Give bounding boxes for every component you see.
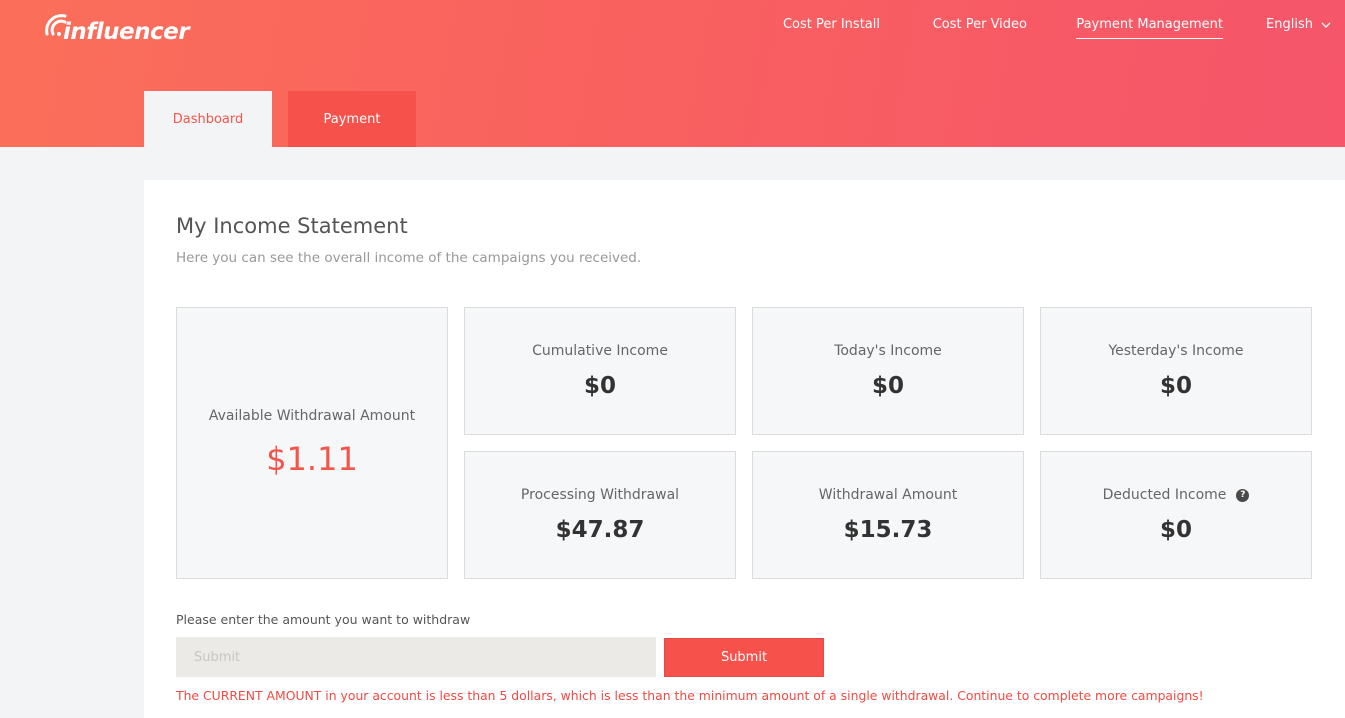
cumulative-income-card: Cumulative Income $0 — [464, 307, 736, 435]
page-title: My Income Statement — [176, 214, 408, 238]
help-icon[interactable]: ? — [1236, 488, 1250, 502]
chevron-down-icon — [1321, 22, 1331, 28]
submit-button[interactable]: Submit — [664, 638, 824, 677]
cumulative-income-label: Cumulative Income — [532, 343, 668, 359]
today-income-label: Today's Income — [834, 343, 942, 359]
withdraw-amount-input[interactable] — [176, 637, 656, 677]
processing-withdrawal-card: Processing Withdrawal $47.87 — [464, 451, 736, 579]
yesterday-income-label: Yesterday's Income — [1108, 343, 1244, 359]
logo-text: influencer — [63, 19, 190, 45]
page-tabs: Dashboard Payment — [144, 91, 416, 147]
tab-payment[interactable]: Payment — [288, 91, 416, 147]
nav-cost-per-video[interactable]: Cost Per Video — [933, 17, 1027, 38]
minimum-withdrawal-warning: The CURRENT AMOUNT in your account is le… — [176, 688, 1204, 703]
withdrawal-amount-label: Withdrawal Amount — [818, 487, 958, 503]
withdrawal-amount-card: Withdrawal Amount $15.73 — [752, 451, 1024, 579]
tab-dashboard[interactable]: Dashboard — [144, 91, 272, 147]
withdrawal-amount-value: $15.73 — [843, 517, 933, 543]
withdraw-amount-label: Please enter the amount you want to with… — [176, 612, 471, 627]
language-selector[interactable]: English — [1266, 17, 1331, 38]
yesterday-income-card: Yesterday's Income $0 — [1040, 307, 1312, 435]
page-subtitle: Here you can see the overall income of t… — [176, 250, 642, 266]
top-header: influencer Cost Per Install Cost Per Vid… — [0, 0, 1345, 147]
today-income-value: $0 — [871, 373, 904, 399]
brand-logo[interactable]: influencer — [43, 10, 190, 50]
deducted-income-card: Deducted Income ? $0 — [1040, 451, 1312, 579]
deducted-income-label-row: Deducted Income ? — [1103, 487, 1250, 503]
yesterday-income-value: $0 — [1159, 373, 1192, 399]
processing-withdrawal-value: $47.87 — [555, 517, 645, 543]
cumulative-income-value: $0 — [583, 373, 616, 399]
available-withdrawal-value: $1.11 — [266, 440, 358, 478]
language-label: English — [1266, 17, 1313, 32]
available-withdrawal-label: Available Withdrawal Amount — [208, 408, 416, 424]
nav-payment-management[interactable]: Payment Management — [1076, 17, 1223, 39]
nav-cost-per-install[interactable]: Cost Per Install — [783, 17, 880, 38]
available-withdrawal-card: Available Withdrawal Amount $1.11 — [176, 307, 448, 579]
deducted-income-value: $0 — [1159, 517, 1192, 543]
deducted-income-label: Deducted Income — [1102, 487, 1227, 503]
income-statement-panel: My Income Statement Here you can see the… — [144, 180, 1345, 718]
processing-withdrawal-label: Processing Withdrawal — [520, 487, 680, 503]
today-income-card: Today's Income $0 — [752, 307, 1024, 435]
